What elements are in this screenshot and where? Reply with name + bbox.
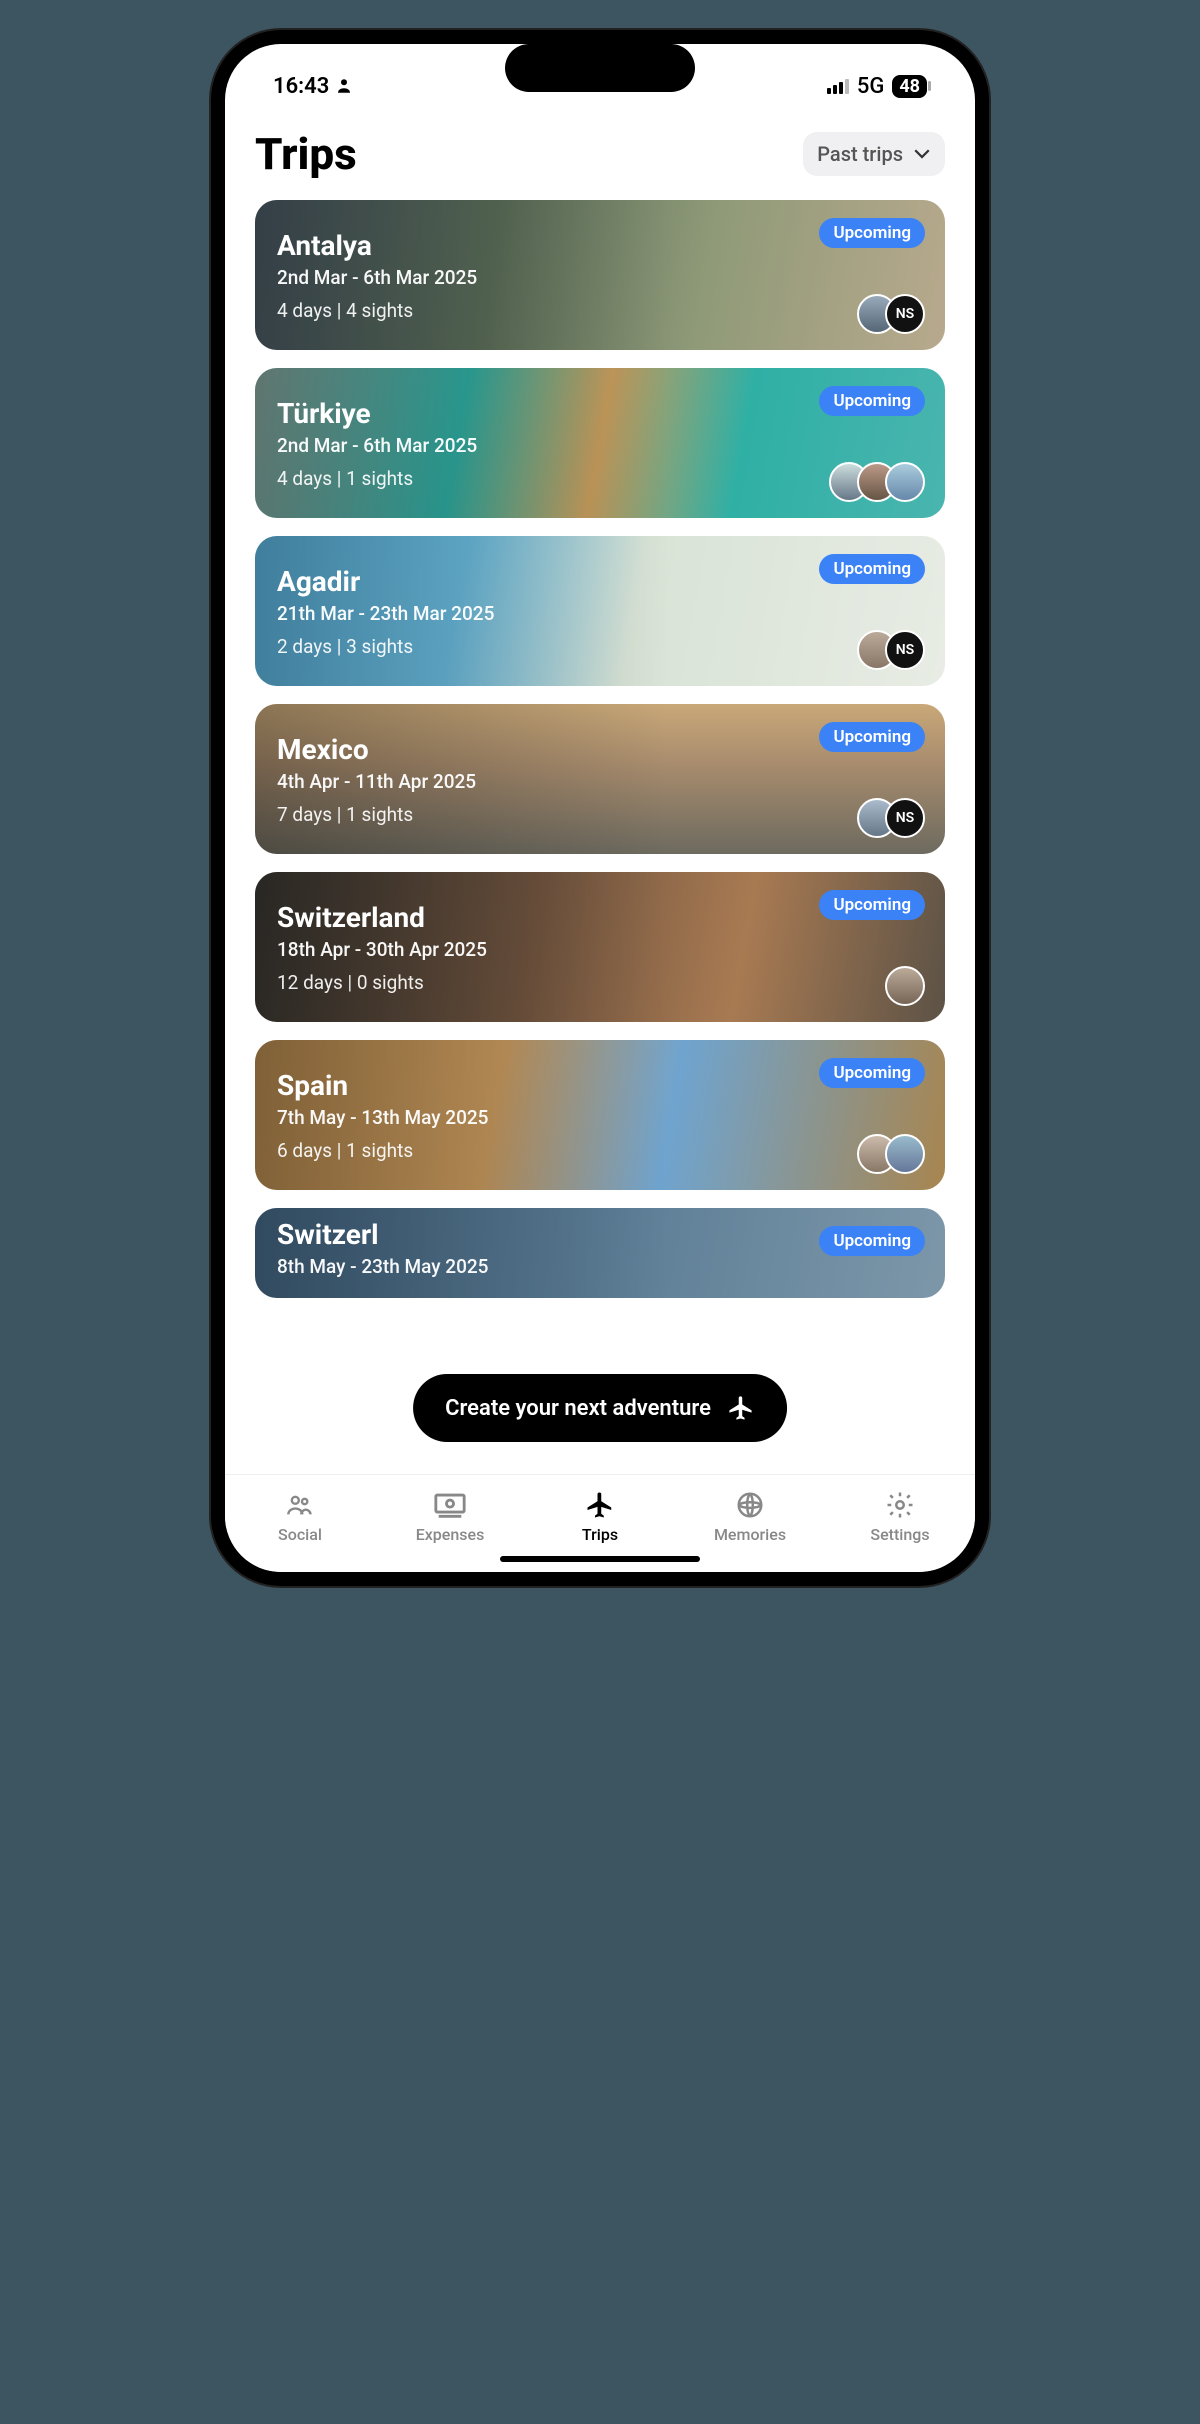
- avatar: [885, 1134, 925, 1174]
- trip-meta: 7 days | 1 sights: [277, 803, 923, 826]
- plane-icon: [727, 1394, 755, 1422]
- trip-meta: 6 days | 1 sights: [277, 1139, 923, 1162]
- trips-list[interactable]: Antalya 2nd Mar - 6th Mar 2025 4 days | …: [225, 200, 975, 1474]
- phone-frame: 16:43 5G 48 Trips Past trips: [211, 30, 989, 1586]
- trip-dates: 4th Apr - 11th Apr 2025: [277, 770, 923, 793]
- trip-meta: 2 days | 3 sights: [277, 635, 923, 658]
- trip-card-spain[interactable]: Spain 7th May - 13th May 2025 6 days | 1…: [255, 1040, 945, 1190]
- avatar: NS: [885, 630, 925, 670]
- trip-dates: 21th Mar - 23th Mar 2025: [277, 602, 923, 625]
- tab-social[interactable]: Social: [240, 1489, 360, 1544]
- tab-memories[interactable]: Memories: [690, 1489, 810, 1544]
- trip-card-turkiye[interactable]: Türkiye 2nd Mar - 6th Mar 2025 4 days | …: [255, 368, 945, 518]
- trip-card-switzerland-2[interactable]: Switzerl 8th May - 23th May 2025 Upcomin…: [255, 1208, 945, 1298]
- trip-avatars: [869, 1134, 925, 1174]
- gear-icon: [882, 1489, 918, 1521]
- trips-icon: [582, 1489, 618, 1521]
- trip-meta: 4 days | 1 sights: [277, 467, 923, 490]
- trip-dates: 18th Apr - 30th Apr 2025: [277, 938, 923, 961]
- screen: 16:43 5G 48 Trips Past trips: [225, 44, 975, 1572]
- status-badge: Upcoming: [819, 890, 925, 920]
- trip-card-switzerland[interactable]: Switzerland 18th Apr - 30th Apr 2025 12 …: [255, 872, 945, 1022]
- trip-avatars: NS: [869, 630, 925, 670]
- tab-label: Settings: [870, 1525, 929, 1544]
- tab-label: Expenses: [416, 1525, 485, 1544]
- avatar: [885, 966, 925, 1006]
- battery-icon: 48: [892, 75, 927, 98]
- home-indicator[interactable]: [500, 1556, 700, 1562]
- status-badge: Upcoming: [819, 386, 925, 416]
- tab-label: Social: [278, 1525, 322, 1544]
- trip-avatars: [897, 966, 925, 1006]
- memories-icon: [732, 1489, 768, 1521]
- trip-dates: 7th May - 13th May 2025: [277, 1106, 923, 1129]
- trip-card-antalya[interactable]: Antalya 2nd Mar - 6th Mar 2025 4 days | …: [255, 200, 945, 350]
- trip-avatars: NS: [869, 798, 925, 838]
- tab-label: Trips: [582, 1525, 618, 1544]
- avatar: NS: [885, 798, 925, 838]
- trip-avatars: NS: [869, 294, 925, 334]
- fab-label: Create your next adventure: [445, 1396, 711, 1421]
- trip-card-mexico[interactable]: Mexico 4th Apr - 11th Apr 2025 7 days | …: [255, 704, 945, 854]
- expenses-icon: [432, 1489, 468, 1521]
- filter-dropdown[interactable]: Past trips: [803, 132, 945, 176]
- chevron-down-icon: [913, 148, 931, 160]
- social-icon: [282, 1489, 318, 1521]
- trip-dates: 2nd Mar - 6th Mar 2025: [277, 434, 923, 457]
- avatar: NS: [885, 294, 925, 334]
- status-left: 16:43: [273, 74, 353, 99]
- trip-card-agadir[interactable]: Agadir 21th Mar - 23th Mar 2025 2 days |…: [255, 536, 945, 686]
- tab-label: Memories: [714, 1525, 786, 1544]
- page-title: Trips: [255, 128, 357, 180]
- status-right: 5G 48: [827, 74, 927, 99]
- status-badge: Upcoming: [819, 1226, 925, 1256]
- trip-dates: 2nd Mar - 6th Mar 2025: [277, 266, 923, 289]
- network-label: 5G: [857, 74, 885, 99]
- signal-icon: [827, 78, 849, 94]
- status-time: 16:43: [273, 74, 329, 99]
- notch: [505, 44, 695, 92]
- create-trip-button[interactable]: Create your next adventure: [413, 1374, 787, 1442]
- status-badge: Upcoming: [819, 554, 925, 584]
- page-header: Trips Past trips: [225, 114, 975, 200]
- status-badge: Upcoming: [819, 218, 925, 248]
- avatar: [885, 462, 925, 502]
- profile-icon: [335, 77, 353, 95]
- trip-meta: 12 days | 0 sights: [277, 971, 923, 994]
- trip-meta: 4 days | 4 sights: [277, 299, 923, 322]
- tab-trips[interactable]: Trips: [540, 1489, 660, 1544]
- tab-expenses[interactable]: Expenses: [390, 1489, 510, 1544]
- filter-label: Past trips: [817, 142, 903, 166]
- trip-avatars: [841, 462, 925, 502]
- status-badge: Upcoming: [819, 722, 925, 752]
- status-badge: Upcoming: [819, 1058, 925, 1088]
- trip-dates: 8th May - 23th May 2025: [277, 1255, 923, 1278]
- tab-settings[interactable]: Settings: [840, 1489, 960, 1544]
